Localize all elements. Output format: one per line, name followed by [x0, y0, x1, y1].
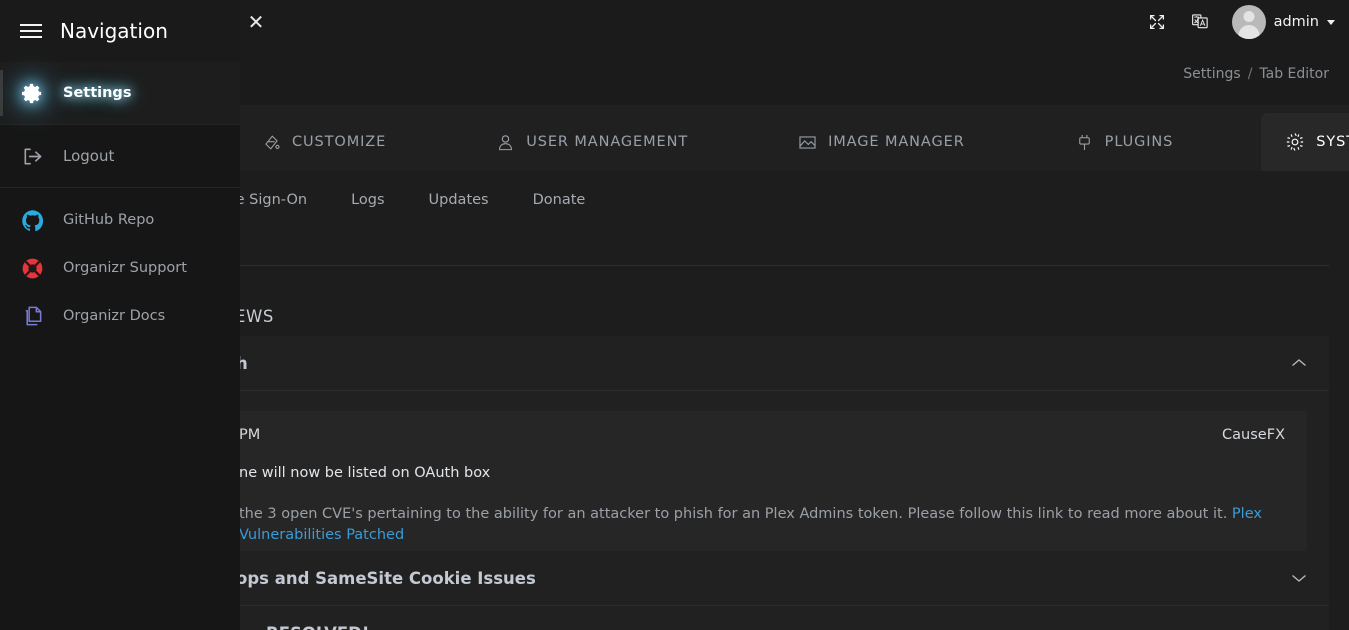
tab-system-settings[interactable]: SYSTEM SETTINGS: [1261, 113, 1349, 171]
accordion-item-2: ops and SameSite Cookie Issues: [236, 551, 1329, 605]
github-icon: [20, 208, 45, 233]
news-post-date: PM: [239, 427, 260, 443]
gear-icon: [1285, 132, 1305, 152]
sidebar-group-session: Logout: [0, 125, 240, 188]
sidebar-group-links: GitHub Repo Organizr Support: [0, 188, 240, 340]
language-icon[interactable]: [1189, 11, 1211, 33]
accordion-title-3: RESOLVED!: [266, 624, 369, 630]
breadcrumb-parent[interactable]: Settings: [1183, 66, 1240, 82]
accordion-title-2: ops and SameSite Cookie Issues: [236, 569, 536, 588]
subtab-updates[interactable]: Updates: [429, 192, 489, 208]
sidebar-item-github-repo[interactable]: GitHub Repo: [0, 196, 240, 244]
lifebuoy-icon: [20, 256, 45, 281]
subtab-donate[interactable]: Donate: [533, 192, 586, 208]
breadcrumb-current: Tab Editor: [1259, 66, 1329, 82]
accordion-header-1[interactable]: h: [236, 336, 1329, 390]
news-post-body: the 3 open CVE's pertaining to the abili…: [239, 504, 1285, 546]
documents-icon: [20, 304, 45, 329]
navigation-sidebar: Navigation Settings: [0, 0, 240, 630]
sidebar-item-settings[interactable]: Settings: [0, 62, 240, 124]
subtab-logs[interactable]: Logs: [351, 192, 384, 208]
tab-plugins[interactable]: PLUGINS: [1053, 113, 1196, 171]
username-label: admin: [1274, 14, 1319, 30]
sidebar-item-github-repo-label: GitHub Repo: [63, 212, 154, 228]
news-post-meta: PM CauseFX: [239, 427, 1285, 443]
tab-user-management-label: USER MANAGEMENT: [526, 134, 688, 150]
tab-plugins-label: PLUGINS: [1105, 134, 1174, 150]
logout-icon: [20, 144, 45, 169]
chevron-up-icon[interactable]: [1291, 356, 1307, 371]
accordion-header-2[interactable]: ops and SameSite Cookie Issues: [236, 551, 1329, 605]
palette-icon: [262, 133, 281, 152]
user-icon: [496, 133, 515, 152]
news-post-author: CauseFX: [1222, 427, 1285, 443]
tab-customize-label: CUSTOMIZE: [292, 134, 386, 150]
news-post-subtitle: ne will now be listed on OAuth box: [239, 465, 1285, 481]
breadcrumb-separator: /: [1248, 66, 1253, 82]
accordion-item-3: RESOLVED!: [236, 605, 1329, 630]
sidebar-item-logout[interactable]: Logout: [0, 125, 240, 187]
chevron-down-icon[interactable]: [1291, 571, 1307, 586]
chevron-down-icon[interactable]: [1291, 626, 1307, 630]
gear-icon: [20, 81, 45, 106]
accordion-header-3[interactable]: RESOLVED!: [236, 606, 1329, 630]
tab-customize[interactable]: CUSTOMIZE: [240, 113, 408, 171]
app-root: CUSTOMIZE USER MANAGEMENT IMAGE MANAGER: [0, 0, 1349, 630]
sidebar-item-organizr-support-label: Organizr Support: [63, 260, 187, 276]
tab-image-manager[interactable]: IMAGE MANAGER: [776, 113, 987, 171]
accordion-item-1: h PM CauseFX ne will now be listed on OA…: [236, 336, 1329, 586]
close-icon[interactable]: ✕: [241, 7, 271, 37]
content-divider: [236, 265, 1329, 266]
top-bar-actions: admin: [1146, 0, 1335, 43]
sidebar-item-logout-label: Logout: [63, 147, 114, 165]
news-post: PM CauseFX ne will now be listed on OAut…: [236, 411, 1307, 564]
sidebar-title: Navigation: [60, 19, 168, 43]
news-post-body-text: the 3 open CVE's pertaining to the abili…: [239, 506, 1232, 522]
sidebar-header: Navigation: [0, 0, 240, 62]
hamburger-icon[interactable]: [20, 24, 42, 38]
sidebar-item-organizr-docs[interactable]: Organizr Docs: [0, 292, 240, 340]
sidebar-group-main: Settings: [0, 62, 240, 125]
sidebar-item-organizr-support[interactable]: Organizr Support: [0, 244, 240, 292]
chevron-down-icon: [1327, 20, 1335, 25]
avatar: [1232, 5, 1266, 39]
tab-image-manager-label: IMAGE MANAGER: [828, 134, 965, 150]
sidebar-item-settings-label: Settings: [63, 85, 131, 101]
sidebar-item-organizr-docs-label: Organizr Docs: [63, 308, 165, 324]
plug-icon: [1075, 133, 1094, 152]
user-menu[interactable]: admin: [1232, 5, 1335, 39]
tab-user-management[interactable]: USER MANAGEMENT: [474, 113, 710, 171]
image-icon: [798, 133, 817, 152]
fullscreen-icon[interactable]: [1146, 11, 1168, 33]
tab-system-settings-label: SYSTEM SETTINGS: [1316, 134, 1349, 150]
